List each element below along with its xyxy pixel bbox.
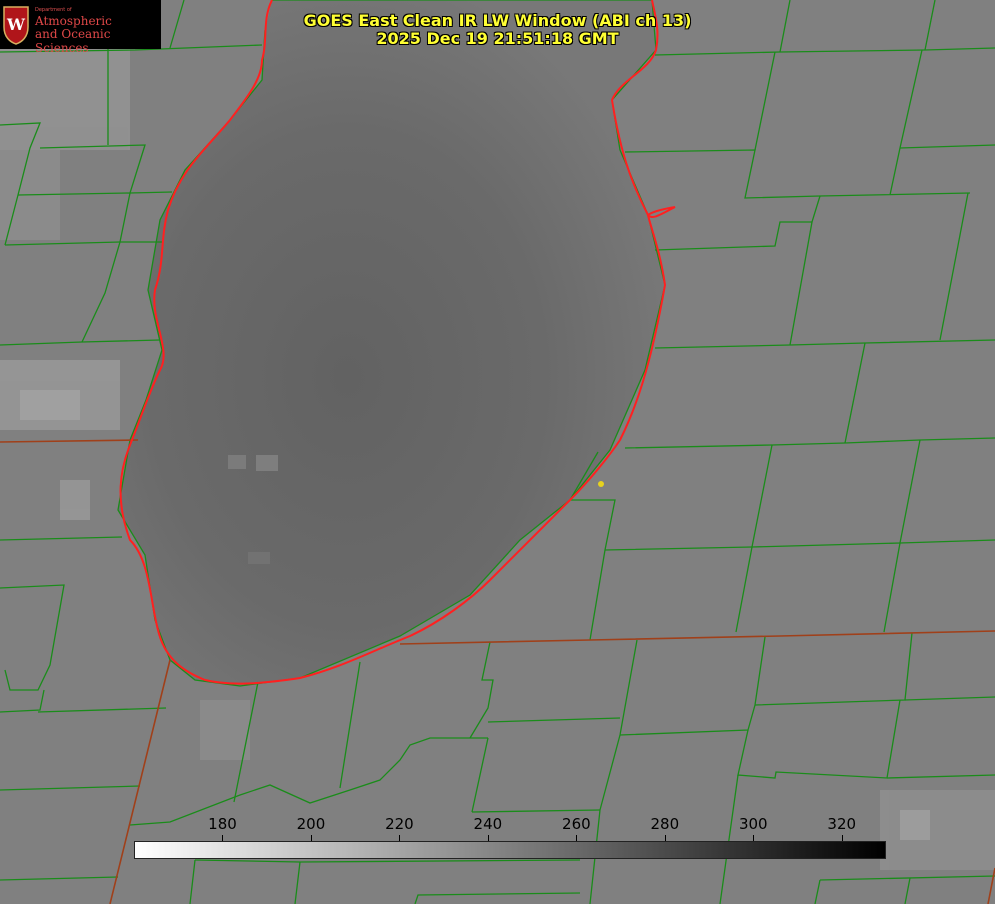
colorbar-tick-label: 280	[650, 815, 680, 833]
colorbar-tick-label: 240	[473, 815, 503, 833]
colorbar-tick-mark	[664, 835, 666, 841]
image-title: GOES East Clean IR LW Window (ABI ch 13)	[303, 11, 692, 30]
colorbar-tick-label: 320	[827, 815, 857, 833]
temperature-colorbar	[134, 841, 886, 859]
colorbar-tick-label: 300	[738, 815, 768, 833]
location-marker	[598, 481, 604, 487]
satellite-map	[0, 0, 995, 904]
colorbar-tick-mark	[487, 835, 489, 841]
colorbar-tick-mark	[310, 835, 312, 841]
colorbar-tick-label: 200	[296, 815, 326, 833]
colorbar-tick-mark	[841, 835, 843, 841]
colorbar-tick-label: 180	[208, 815, 237, 833]
colorbar-tick-label: 260	[562, 815, 591, 833]
image-timestamp: 2025 Dec 19 21:51:18 GMT	[376, 29, 619, 48]
colorbar-tick-mark	[753, 835, 755, 841]
colorbar-tick-mark	[576, 835, 578, 841]
colorbar-tick-mark	[222, 835, 224, 841]
colorbar-tick-label: 220	[385, 815, 414, 833]
colorbar-tick-mark	[399, 835, 401, 841]
